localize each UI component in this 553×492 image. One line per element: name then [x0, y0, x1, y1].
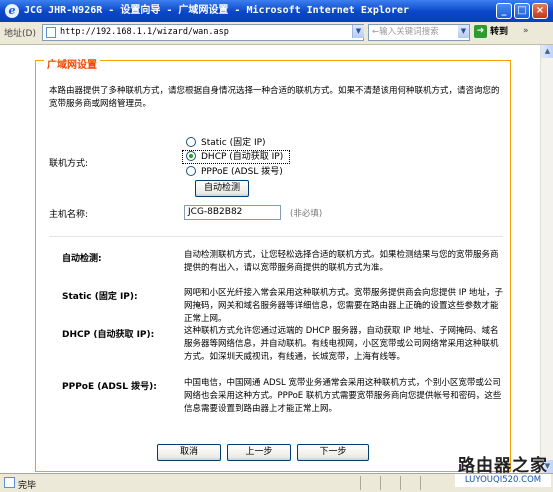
- ie-logo-icon: e: [5, 4, 19, 18]
- radio-dhcp-label: DHCP (自动获取 IP): [201, 152, 284, 162]
- close-button[interactable]: ×: [532, 3, 548, 19]
- radio-dhcp-circle[interactable]: [186, 150, 196, 161]
- watermark-brand: 路由器之家: [458, 456, 548, 476]
- radio-static-circle[interactable]: [186, 136, 196, 147]
- minimize-button[interactable]: _: [496, 3, 512, 19]
- desc-text-static: 网吧和小区光纤接入常会采用这种联机方式。宽带服务提供商会向您提供 IP 地址，子…: [184, 288, 504, 324]
- status-text: 完毕: [18, 481, 37, 491]
- address-label: 地址(D): [4, 29, 36, 39]
- desc-label-auto: 自动检测:: [62, 254, 102, 264]
- vertical-scrollbar[interactable]: ▲ ▼: [540, 45, 553, 473]
- maximize-button[interactable]: □: [514, 3, 530, 19]
- window-titlebar: e JCG JHR-N926R - 设置向导 - 广域网设置 - Microso…: [0, 0, 553, 22]
- radio-pppoe-label: PPPoE (ADSL 拨号): [201, 167, 283, 177]
- address-input[interactable]: http://192.168.1.1/wizard/wan.asp: [42, 24, 364, 41]
- address-dropdown-icon[interactable]: ▼: [352, 25, 364, 38]
- address-url: http://192.168.1.1/wizard/wan.asp: [60, 27, 229, 37]
- watermark-site: LUYOUQI520.COM: [455, 474, 551, 487]
- divider: [49, 236, 503, 237]
- radio-dhcp[interactable]: DHCP (自动获取 IP): [186, 150, 284, 164]
- cancel-button[interactable]: 取消: [157, 444, 221, 461]
- intro-text: 本路由器提供了多种联机方式，请您根据自身情况选择一种合适的联机方式。如果不清楚该…: [49, 86, 500, 109]
- go-button[interactable]: ➜ 转到: [474, 24, 518, 41]
- status-separator: [420, 476, 421, 490]
- auto-detect-button[interactable]: 自动检测: [195, 180, 249, 197]
- watermark-logo: 路由器之家 LUYOUQI520.COM: [453, 451, 553, 491]
- window-title: JCG JHR-N926R - 设置向导 - 广域网设置 - Microsoft…: [24, 5, 410, 16]
- connection-type-label: 联机方式:: [49, 159, 89, 169]
- desc-text-dhcp: 这种联机方式允许您通过远端的 DHCP 服务器，自动获取 IP 地址、子网掩码、…: [184, 326, 499, 362]
- radio-static[interactable]: Static (固定 IP): [186, 136, 266, 150]
- radio-static-label: Static (固定 IP): [201, 138, 266, 148]
- go-label: 转到: [490, 27, 509, 37]
- hostname-label: 主机名称:: [49, 210, 89, 220]
- page-done-icon: [4, 477, 15, 488]
- keyword-dropdown-icon[interactable]: ▼: [458, 25, 469, 38]
- hostname-input[interactable]: JCG-8B2B82: [184, 205, 281, 220]
- radio-pppoe[interactable]: PPPoE (ADSL 拨号): [186, 165, 283, 179]
- desc-text-auto: 自动检测联机方式，让您轻松选择合适的联机方式。如果检测结果与您的宽带服务商提供的…: [184, 250, 499, 273]
- desc-text-pppoe: 中国电信，中国网通 ADSL 宽带业务通常会采用这种联机方式，个别小区宽带或公司…: [184, 378, 502, 414]
- address-toolbar: 地址(D) http://192.168.1.1/wizard/wan.asp …: [0, 22, 553, 45]
- scroll-up-icon[interactable]: ▲: [541, 45, 553, 58]
- next-step-button[interactable]: 下一步: [297, 444, 369, 461]
- keyword-search-input[interactable]: ←输入关键词搜索: [368, 24, 470, 41]
- prev-step-button[interactable]: 上一步: [227, 444, 291, 461]
- desc-label-static: Static (固定 IP):: [62, 292, 138, 302]
- radio-pppoe-circle[interactable]: [186, 165, 196, 176]
- desc-label-pppoe: PPPoE (ADSL 拨号):: [62, 382, 157, 392]
- page-icon: [46, 27, 56, 38]
- go-arrow-icon: ➜: [474, 25, 487, 38]
- status-separator: [380, 476, 381, 490]
- hostname-optional-note: (非必填): [290, 209, 323, 219]
- status-separator: [360, 476, 361, 490]
- status-separator: [400, 476, 401, 490]
- panel-title: 广域网设置: [44, 56, 100, 71]
- links-chevron[interactable]: »: [523, 26, 529, 36]
- desc-label-dhcp: DHCP (自动获取 IP):: [62, 330, 155, 340]
